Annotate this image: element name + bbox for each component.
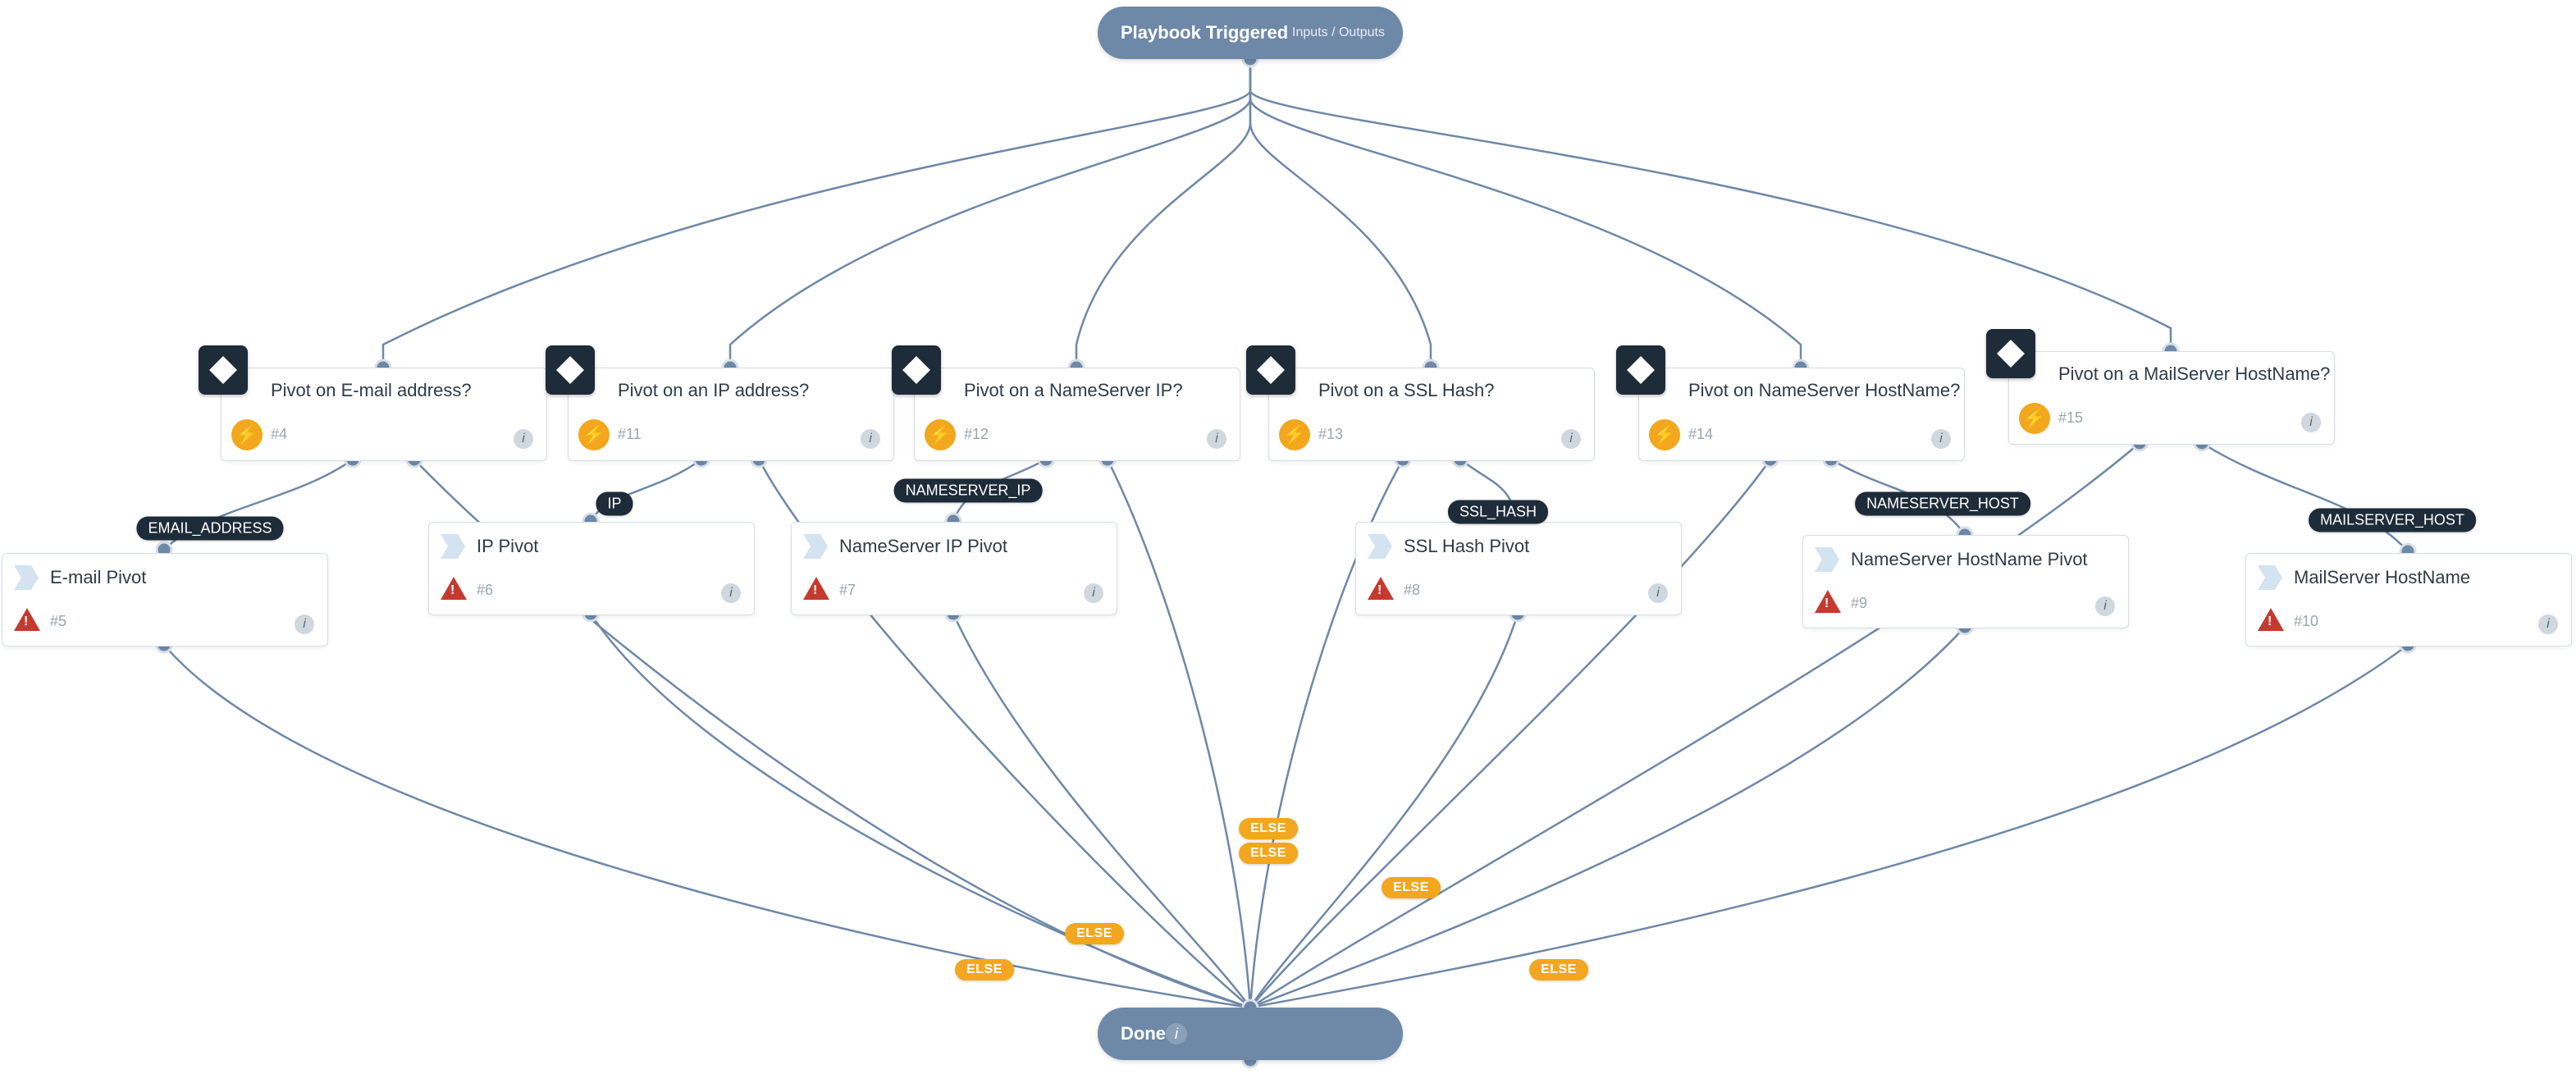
- edge-label-else: ELSE: [1065, 923, 1124, 944]
- decision-title: Pivot on a MailServer HostName?: [2058, 363, 2330, 385]
- warning-icon: [803, 577, 829, 600]
- bolt-icon: ⚡: [925, 419, 956, 450]
- decision-nshost[interactable]: Pivot on NameServer HostName? ⚡ #14 i: [1638, 368, 1965, 461]
- bolt-icon: ⚡: [578, 419, 610, 450]
- decision-title: Pivot on NameServer HostName?: [1688, 380, 1960, 401]
- start-io-link[interactable]: Inputs / Outputs: [1292, 25, 1385, 40]
- decision-title: Pivot on an IP address?: [618, 380, 809, 401]
- diamond-icon: [1986, 329, 2035, 378]
- edge-layer: [0, 0, 2576, 1074]
- chevron-icon: [441, 534, 465, 559]
- warning-icon: [1815, 590, 1841, 613]
- edge-label-email: EMAIL_ADDRESS: [136, 517, 283, 541]
- info-icon[interactable]: i: [1931, 429, 1951, 449]
- diamond-icon: [199, 345, 248, 395]
- decision-ip[interactable]: Pivot on an IP address? ⚡ #11 i: [568, 368, 894, 461]
- diamond-icon: [546, 345, 595, 395]
- decision-title: Pivot on E-mail address?: [271, 380, 472, 401]
- warning-icon: [1368, 577, 1394, 600]
- info-icon[interactable]: i: [861, 429, 880, 449]
- action-title: NameServer IP Pivot: [839, 536, 1007, 557]
- node-id: #10: [2294, 613, 2318, 630]
- node-id: #12: [964, 426, 989, 443]
- node-id: #14: [1688, 426, 1713, 443]
- action-nshost-pivot[interactable]: NameServer HostName Pivot #9 i: [1802, 535, 2129, 628]
- node-id: #8: [1404, 582, 1420, 599]
- info-icon[interactable]: i: [721, 583, 741, 603]
- diamond-icon: [892, 345, 941, 395]
- action-title: SSL Hash Pivot: [1404, 536, 1529, 557]
- info-icon[interactable]: i: [1561, 429, 1581, 449]
- edge-label-else: ELSE: [1239, 843, 1298, 864]
- action-ssl-pivot[interactable]: SSL Hash Pivot #8 i: [1355, 522, 1682, 615]
- action-mailhost-pivot[interactable]: MailServer HostName #10 i: [2245, 553, 2572, 647]
- diamond-icon: [1616, 345, 1665, 395]
- node-id: #7: [839, 582, 856, 599]
- chevron-icon: [2258, 565, 2282, 590]
- warning-icon: [14, 608, 40, 631]
- warning-icon: [2258, 608, 2284, 631]
- edge-label-else: ELSE: [955, 959, 1014, 980]
- info-icon[interactable]: i: [2538, 615, 2558, 634]
- playbook-canvas: Playbook Triggered Inputs / Outputs Done…: [0, 0, 2576, 1074]
- start-node[interactable]: Playbook Triggered Inputs / Outputs: [1098, 7, 1403, 59]
- action-email-pivot[interactable]: E-mail Pivot #5 i: [2, 553, 328, 647]
- action-title: IP Pivot: [477, 536, 538, 557]
- node-id: #9: [1851, 595, 1867, 612]
- start-title: Playbook Triggered: [1121, 22, 1288, 43]
- bolt-icon: ⚡: [231, 419, 263, 450]
- decision-ssl[interactable]: Pivot on a SSL Hash? ⚡ #13 i: [1268, 368, 1595, 461]
- chevron-icon: [1368, 534, 1392, 559]
- chevron-icon: [803, 534, 828, 559]
- action-title: MailServer HostName: [2294, 567, 2470, 588]
- node-id: #4: [271, 426, 287, 443]
- node-id: #6: [477, 582, 493, 599]
- edge-label-mailhost: MAILSERVER_HOST: [2309, 509, 2476, 532]
- action-title: E-mail Pivot: [50, 567, 146, 588]
- chevron-icon: [1815, 547, 1839, 572]
- info-icon[interactable]: i: [1648, 583, 1668, 603]
- done-title: Done: [1121, 1023, 1166, 1044]
- edge-label-else: ELSE: [1382, 877, 1441, 898]
- bolt-icon: ⚡: [1649, 419, 1680, 450]
- node-id: #5: [50, 613, 66, 630]
- decision-title: Pivot on a SSL Hash?: [1318, 380, 1494, 401]
- edge-label-nshost: NAMESERVER_HOST: [1855, 492, 2030, 516]
- info-icon[interactable]: i: [2301, 413, 2321, 432]
- diamond-icon: [1246, 345, 1295, 395]
- action-title: NameServer HostName Pivot: [1851, 549, 2088, 570]
- node-id: #13: [1318, 426, 1343, 443]
- decision-title: Pivot on a NameServer IP?: [964, 380, 1183, 401]
- info-icon[interactable]: i: [1166, 1023, 1187, 1044]
- edge-label-else: ELSE: [1529, 959, 1588, 980]
- decision-mailhost[interactable]: Pivot on a MailServer HostName? ⚡ #15 i: [2008, 351, 2335, 445]
- edge-label-nsip: NAMESERVER_IP: [894, 479, 1043, 503]
- decision-nsip[interactable]: Pivot on a NameServer IP? ⚡ #12 i: [914, 368, 1240, 461]
- edge-label-ssl: SSL_HASH: [1448, 500, 1548, 524]
- info-icon[interactable]: i: [1207, 429, 1226, 449]
- edge-label-ip: IP: [596, 492, 633, 516]
- info-icon[interactable]: i: [295, 615, 314, 634]
- decision-email[interactable]: Pivot on E-mail address? ⚡ #4 i: [221, 368, 547, 461]
- node-id: #15: [2058, 409, 2083, 427]
- bolt-icon: ⚡: [2019, 403, 2050, 434]
- edge-label-else: ELSE: [1239, 818, 1298, 839]
- warning-icon: [441, 577, 467, 600]
- action-nsip-pivot[interactable]: NameServer IP Pivot #7 i: [791, 522, 1117, 615]
- info-icon[interactable]: i: [514, 429, 533, 449]
- chevron-icon: [14, 565, 39, 590]
- action-ip-pivot[interactable]: IP Pivot #6 i: [428, 522, 755, 615]
- info-icon[interactable]: i: [2095, 596, 2115, 616]
- bolt-icon: ⚡: [1279, 419, 1310, 450]
- info-icon[interactable]: i: [1084, 583, 1103, 603]
- node-id: #11: [618, 426, 642, 443]
- done-node[interactable]: Done i: [1098, 1008, 1403, 1060]
